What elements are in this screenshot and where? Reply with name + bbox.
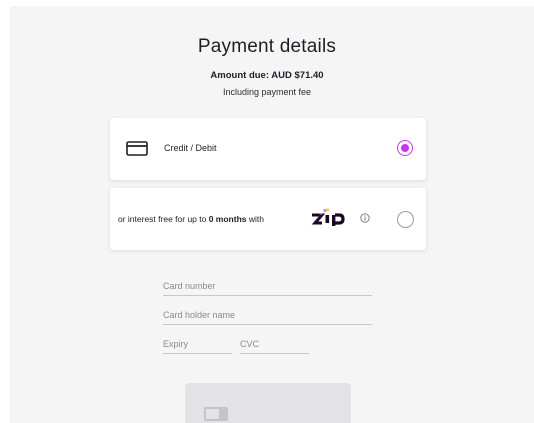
- zip-description: or interest free for up to 0 months with: [118, 214, 264, 224]
- card-holder-input[interactable]: [163, 308, 372, 322]
- zip-radio[interactable]: [397, 211, 414, 228]
- card-icon: [204, 407, 228, 421]
- fee-note: Including payment fee: [222, 87, 312, 97]
- credit-debit-radio[interactable]: [397, 140, 413, 156]
- expiry-field[interactable]: [163, 334, 232, 354]
- zip-text-prefix: or interest free for up to: [118, 214, 209, 224]
- card-holder-field[interactable]: [163, 305, 372, 325]
- radio-selected-dot: [401, 144, 409, 152]
- cvc-input[interactable]: [240, 337, 309, 351]
- zip-text-suffix: with: [246, 214, 264, 224]
- credit-debit-option[interactable]: Credit / Debit: [110, 118, 426, 180]
- pay-button[interactable]: [185, 383, 351, 423]
- page-title: Payment details: [197, 36, 337, 57]
- info-icon[interactable]: [360, 213, 370, 223]
- card-number-input[interactable]: [163, 279, 372, 293]
- zip-option[interactable]: or interest free for up to 0 months with: [110, 188, 426, 250]
- credit-debit-label: Credit / Debit: [164, 143, 217, 153]
- cvc-field[interactable]: [240, 334, 309, 354]
- expiry-input[interactable]: [163, 337, 232, 351]
- zip-logo: [311, 208, 345, 226]
- card-number-field[interactable]: [163, 276, 372, 296]
- zip-text-months: 0 months: [208, 214, 247, 224]
- amount-due: Amount due: AUD $71.40: [210, 70, 324, 81]
- credit-card-icon: [126, 141, 148, 156]
